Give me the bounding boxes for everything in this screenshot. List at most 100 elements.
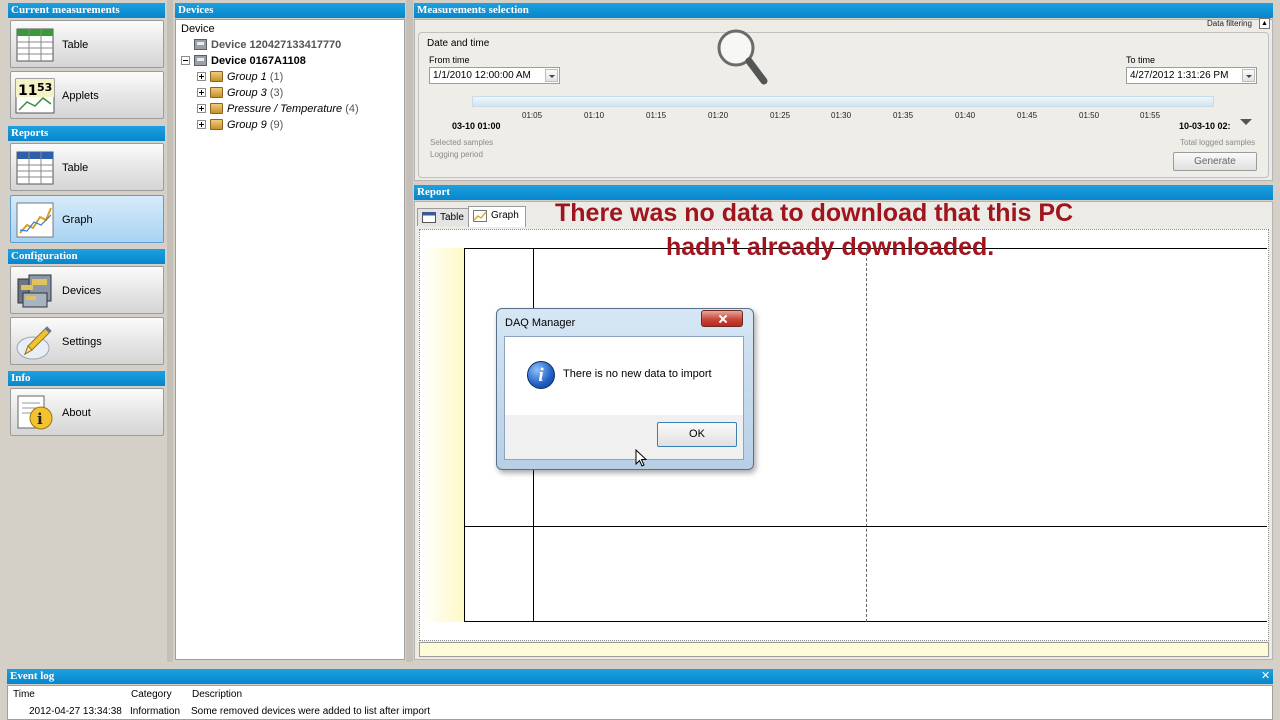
tab-table-label: Table bbox=[440, 212, 464, 223]
timeline-tick: 01:10 bbox=[584, 111, 605, 120]
timeline-tick: 01:25 bbox=[770, 111, 791, 120]
devices-panel-title: Devices bbox=[175, 3, 405, 18]
daq-manager-dialog: DAQ Manager i There is no new data to im… bbox=[496, 308, 754, 470]
data-filtering-label[interactable]: Data filtering bbox=[1207, 19, 1252, 28]
devices-label: Devices bbox=[62, 285, 102, 297]
current-table-button[interactable]: Table bbox=[10, 20, 164, 68]
tab-table[interactable]: Table bbox=[417, 208, 471, 226]
chevron-down-icon[interactable] bbox=[545, 69, 558, 82]
settings-pencil-icon bbox=[16, 326, 52, 360]
expand-icon[interactable] bbox=[197, 103, 206, 113]
to-time-combo[interactable]: 4/27/2012 1:31:26 PM bbox=[1126, 67, 1257, 84]
total-logged-label: Total logged samples bbox=[1180, 138, 1256, 147]
device-icon bbox=[194, 38, 207, 50]
group-icon bbox=[210, 118, 223, 130]
group-2-count: (3) bbox=[269, 87, 284, 99]
group-row-1[interactable]: Group 1 (1) bbox=[197, 69, 283, 85]
from-time-combo[interactable]: 1/1/2010 12:00:00 AM bbox=[429, 67, 560, 84]
selected-samples-label: Selected samples bbox=[430, 138, 494, 147]
to-time-label: To time bbox=[1126, 55, 1156, 65]
timeline-tick: 01:05 bbox=[522, 111, 543, 120]
device-1-name: Device 120427133417770 bbox=[211, 39, 342, 51]
device-row-1[interactable]: Device 120427133417770 bbox=[194, 37, 341, 53]
applet-minutes: 53 bbox=[37, 81, 52, 94]
chevron-down-icon[interactable] bbox=[1242, 69, 1255, 82]
tab-graph[interactable]: Graph bbox=[468, 206, 526, 227]
event-log-row-description: Some removed devices were added to list … bbox=[191, 706, 430, 717]
sidebar-splitter[interactable] bbox=[167, 0, 173, 662]
logging-period-label: Logging period bbox=[430, 150, 483, 159]
graph-button[interactable]: Graph bbox=[10, 195, 164, 243]
timeline-end: 10-03-10 02: bbox=[1179, 121, 1231, 131]
about-button[interactable]: i About bbox=[10, 388, 164, 436]
group-4-count: (9) bbox=[269, 119, 284, 131]
graph-icon bbox=[16, 202, 54, 238]
timeline-tick: 01:45 bbox=[1017, 111, 1038, 120]
data-filtering-bar bbox=[415, 20, 1272, 32]
collapse-filter-icon[interactable]: ▲ bbox=[1259, 18, 1270, 29]
section-reports: Reports bbox=[8, 126, 165, 141]
applets-button[interactable]: 11 53 Applets bbox=[10, 71, 164, 119]
group-3-count: (4) bbox=[345, 103, 359, 115]
expand-icon[interactable] bbox=[197, 119, 206, 129]
timeline-tick: 01:40 bbox=[955, 111, 976, 120]
table-icon bbox=[16, 28, 54, 62]
applet-hours: 11 bbox=[18, 83, 37, 99]
timeline-start: 03-10 01:00 bbox=[452, 121, 501, 131]
timeline-expand-icon[interactable] bbox=[1240, 119, 1252, 125]
group-row-4[interactable]: Group 9 (9) bbox=[197, 117, 283, 133]
group-1-count: (1) bbox=[269, 71, 284, 83]
devices-splitter[interactable] bbox=[406, 0, 413, 662]
report-panel-title: Report bbox=[414, 185, 1273, 200]
about-info-icon: i bbox=[17, 395, 53, 430]
graph-label: Graph bbox=[62, 214, 93, 226]
timeline-bar[interactable] bbox=[472, 96, 1214, 107]
table-icon bbox=[422, 212, 436, 223]
group-3-name: Pressure / Temperature bbox=[227, 103, 343, 115]
devices-tree: Device Device 120427133417770 Device 016… bbox=[175, 19, 405, 660]
event-log-col-time[interactable]: Time bbox=[13, 689, 35, 700]
event-log-col-description[interactable]: Description bbox=[192, 689, 242, 700]
ok-button[interactable]: OK bbox=[657, 422, 737, 447]
event-log-col-category[interactable]: Category bbox=[131, 689, 172, 700]
overlay-line-1: There was no data to download that this … bbox=[555, 199, 1074, 227]
applets-label: Applets bbox=[62, 90, 99, 102]
measurements-panel-title: Measurements selection bbox=[414, 3, 1273, 18]
applet-clock-icon: 11 53 bbox=[15, 78, 55, 114]
sidebar: Current measurements Table 11 53 Applets… bbox=[0, 0, 170, 662]
dialog-title: DAQ Manager bbox=[505, 317, 576, 329]
from-time-value: 1/1/2010 12:00:00 AM bbox=[433, 70, 531, 81]
report-graph-hline bbox=[465, 526, 1267, 527]
timeline-tick: 01:35 bbox=[893, 111, 914, 120]
group-icon bbox=[210, 86, 223, 98]
group-1-name: Group 1 bbox=[227, 71, 267, 83]
group-4-name: Group 9 bbox=[227, 119, 267, 131]
graph-icon bbox=[473, 210, 487, 222]
devices-icon bbox=[17, 274, 52, 308]
timeline-tick: 01:50 bbox=[1079, 111, 1100, 120]
expand-icon[interactable] bbox=[197, 71, 206, 81]
timeline-tick: 01:20 bbox=[708, 111, 729, 120]
devices-button[interactable]: Devices bbox=[10, 266, 164, 314]
timeline-tick: 01:55 bbox=[1140, 111, 1161, 120]
group-icon bbox=[210, 102, 223, 114]
close-icon[interactable]: ✕ bbox=[1261, 669, 1270, 684]
group-row-3[interactable]: Pressure / Temperature (4) bbox=[197, 101, 359, 117]
device-icon bbox=[194, 54, 207, 66]
expand-icon[interactable] bbox=[197, 87, 206, 97]
close-icon[interactable] bbox=[701, 310, 743, 327]
from-time-label: From time bbox=[429, 55, 470, 65]
info-icon: i bbox=[527, 361, 555, 389]
generate-button[interactable]: Generate bbox=[1173, 152, 1257, 171]
current-table-label: Table bbox=[62, 39, 89, 51]
to-time-value: 4/27/2012 1:31:26 PM bbox=[1130, 70, 1229, 81]
reports-table-button[interactable]: Table bbox=[10, 143, 164, 191]
collapse-icon[interactable] bbox=[181, 55, 190, 65]
section-info: Info bbox=[8, 371, 165, 386]
svg-text:i: i bbox=[37, 410, 43, 428]
device-row-2[interactable]: Device 0167A1108 bbox=[181, 53, 306, 69]
date-time-label: Date and time bbox=[427, 38, 490, 49]
settings-button[interactable]: Settings bbox=[10, 317, 164, 365]
group-row-2[interactable]: Group 3 (3) bbox=[197, 85, 283, 101]
overlay-line-2: hadn't already downloaded. bbox=[666, 233, 995, 261]
